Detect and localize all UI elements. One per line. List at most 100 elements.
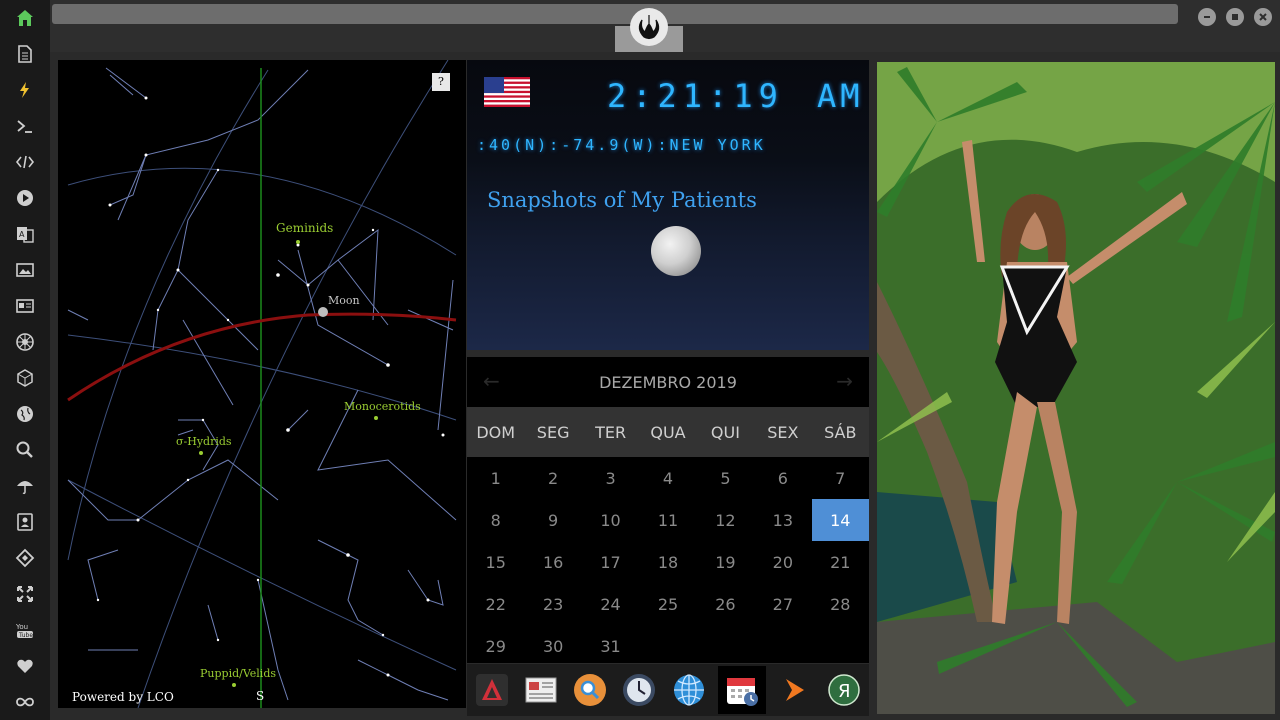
powered-by-label: Powered by LCO (72, 690, 174, 704)
search-app-icon[interactable] (570, 670, 610, 710)
contacts-icon[interactable] (12, 509, 38, 535)
terminal-icon[interactable] (12, 113, 38, 139)
calendar-day[interactable]: 22 (467, 583, 524, 625)
calendar-month-label: DEZEMBRO 2019 (599, 372, 737, 392)
youtube-icon[interactable]: You Tube (12, 617, 38, 643)
weekday-label: SEG (536, 422, 570, 442)
calendar-day[interactable]: 25 (639, 583, 696, 625)
arch-icon[interactable] (472, 670, 512, 710)
sigma-hydrids-label: σ-Hydrids (176, 435, 232, 448)
calendar-day[interactable]: 23 (524, 583, 581, 625)
calendar-day[interactable]: 7 (812, 457, 869, 499)
calendar-day[interactable]: 24 (582, 583, 639, 625)
calendar-day[interactable]: 8 (467, 499, 524, 541)
calendar-day[interactable]: 17 (582, 541, 639, 583)
close-icon[interactable] (1254, 8, 1272, 26)
code-icon[interactable] (12, 149, 38, 175)
cube-icon[interactable] (12, 365, 38, 391)
calendar-day[interactable]: 5 (697, 457, 754, 499)
south-label: S (256, 689, 264, 703)
document-icon[interactable] (12, 41, 38, 67)
sidebar: A You Tube (0, 0, 50, 720)
weekday-label: TER (595, 422, 627, 442)
calendar-day[interactable]: 20 (754, 541, 811, 583)
us-flag-icon[interactable] (484, 77, 530, 107)
calendar-day[interactable]: 30 (524, 625, 581, 667)
puppid-velids-label: Puppid/Velids (200, 667, 276, 680)
globe-icon[interactable] (12, 401, 38, 427)
clock-location: :40(N):-74.9(W):NEW YORK (477, 136, 766, 154)
moon-phase-image (651, 226, 701, 276)
calendar-day[interactable]: 21 (812, 541, 869, 583)
calendar-grid: 1 2 3 4 5 6 7 8 9 10 11 12 13 14 15 16 17 18 19 20 21 22 23 24 2… (467, 457, 869, 667)
rebel-alliance-logo[interactable] (630, 8, 668, 46)
maximize-icon[interactable] (1226, 8, 1244, 26)
calendar-day[interactable]: 29 (467, 625, 524, 667)
patient-photo (877, 62, 1275, 714)
help-button[interactable]: ? (432, 73, 450, 91)
calendar-day[interactable]: 31 (582, 625, 639, 667)
calendar-day[interactable]: 1 (467, 457, 524, 499)
calendar-day[interactable]: 9 (524, 499, 581, 541)
top-bar (50, 0, 1280, 52)
calendar-day[interactable]: 13 (754, 499, 811, 541)
search-icon[interactable] (12, 437, 38, 463)
tag-icon[interactable] (12, 545, 38, 571)
geminids-label: Geminids (276, 221, 333, 235)
calendar-day[interactable]: 4 (639, 457, 696, 499)
calendar-day[interactable]: 3 (582, 457, 639, 499)
translate-icon[interactable]: A (12, 221, 38, 247)
address-bar[interactable] (52, 4, 1178, 24)
empire-icon[interactable] (12, 329, 38, 355)
weekday-label: SEX (767, 422, 799, 442)
calendar: ← DEZEMBRO 2019 → DOM SEG TER QUA QUI SE… (467, 357, 869, 663)
sky-map[interactable]: Geminids Moon Monocerotids σ-Hydrids Pup… (58, 60, 466, 708)
news-reader-icon[interactable] (521, 670, 561, 710)
calendar-weekdays: DOM SEG TER QUA QUI SEX SÁB (467, 407, 869, 457)
app-dock: Я (467, 664, 869, 716)
globe-app-icon[interactable] (669, 670, 709, 710)
clock-widget: 2:21:19 AM :40(N):-74.9(W):NEW YORK Snap… (467, 60, 869, 350)
calendar-day[interactable]: 2 (524, 457, 581, 499)
infinity-icon[interactable] (12, 689, 38, 715)
weekday-label: SÁB (824, 422, 857, 442)
svg-text:Tube: Tube (18, 632, 33, 639)
calendar-day[interactable]: 10 (582, 499, 639, 541)
calendar-day[interactable]: 6 (754, 457, 811, 499)
calendar-day[interactable]: 28 (812, 583, 869, 625)
calendar-day[interactable]: 27 (754, 583, 811, 625)
heart-icon[interactable] (12, 653, 38, 679)
newspaper-icon[interactable] (12, 293, 38, 319)
calendar-day[interactable]: 26 (697, 583, 754, 625)
minimize-icon[interactable] (1198, 8, 1216, 26)
calendar-app-icon[interactable] (717, 666, 766, 714)
clock-ampm: AM (817, 77, 864, 115)
sky-map-canvas: Geminids Moon Monocerotids σ-Hydrids Pup… (67, 60, 457, 708)
weekday-label: DOM (476, 422, 516, 442)
weekday-label: QUI (710, 422, 740, 442)
clock-time: 2:21:19 (607, 77, 784, 115)
calendar-day[interactable]: 12 (697, 499, 754, 541)
svg-text:A: A (19, 230, 25, 239)
dashboard: Geminids Moon Monocerotids σ-Hydrids Pup… (50, 52, 1280, 720)
image-icon[interactable] (12, 257, 38, 283)
calendar-day[interactable]: 15 (467, 541, 524, 583)
yandex-letter: Я (838, 681, 851, 702)
fullscreen-icon[interactable] (12, 581, 38, 607)
weekday-label: QUA (650, 422, 686, 442)
calendar-day-today[interactable]: 14 (811, 499, 869, 541)
moon-label: Moon (328, 294, 360, 307)
monocerotids-label: Monocerotids (344, 400, 421, 413)
umbrella-icon[interactable] (12, 473, 38, 499)
home-icon[interactable] (12, 5, 38, 31)
calendar-day[interactable]: 11 (639, 499, 696, 541)
lightning-icon[interactable] (12, 77, 38, 103)
calendar-next-button[interactable]: → (836, 369, 853, 393)
arrow-app-icon[interactable] (775, 670, 815, 710)
yandex-app-icon[interactable]: Я (824, 670, 864, 710)
calendar-day[interactable]: 16 (524, 541, 581, 583)
clock-app-icon[interactable] (619, 670, 659, 710)
calendar-day[interactable]: 19 (697, 541, 754, 583)
calendar-day[interactable]: 18 (639, 541, 696, 583)
play-icon[interactable] (12, 185, 38, 211)
